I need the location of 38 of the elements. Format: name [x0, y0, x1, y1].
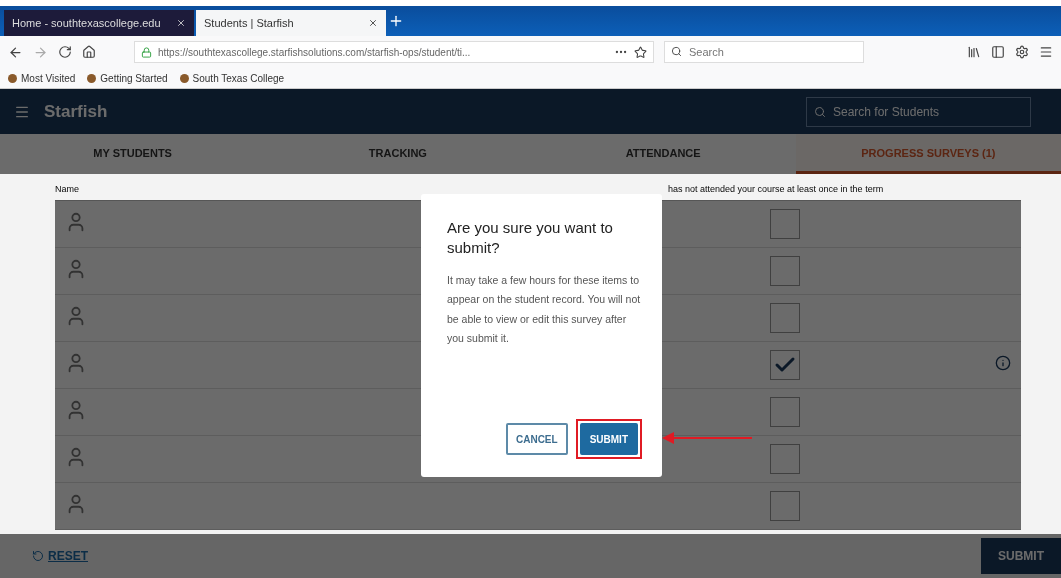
search-field[interactable]: Search	[664, 41, 864, 63]
submit-button[interactable]: SUBMIT	[981, 538, 1061, 574]
bookmark[interactable]: South Texas College	[179, 72, 285, 84]
url-field[interactable]: https://southtexascollege.starfishsolutions.com/starfish-ops/student/ti...	[134, 41, 654, 63]
column-header: Name	[55, 184, 80, 194]
sidebar-icon[interactable]	[991, 45, 1005, 59]
checkbox[interactable]	[770, 303, 800, 333]
star-icon[interactable]	[634, 45, 647, 59]
close-icon[interactable]	[176, 18, 186, 28]
close-icon[interactable]	[368, 18, 378, 28]
reload-icon[interactable]	[58, 45, 72, 59]
bookmark[interactable]: Most Visited	[8, 72, 76, 84]
cancel-button[interactable]: CANCEL	[506, 423, 568, 455]
menu-icon[interactable]	[1039, 45, 1053, 59]
library-icon[interactable]	[967, 45, 981, 59]
checkbox[interactable]	[770, 491, 800, 521]
browser-tab[interactable]: Home - southtexascollege.edu	[4, 10, 194, 36]
column-header: has not attended your course at least once in the term	[668, 184, 884, 194]
student-search-field[interactable]: Search for Students	[806, 96, 1031, 127]
checkbox[interactable]	[770, 350, 800, 380]
browser-tab[interactable]: Students | Starfish	[196, 10, 386, 36]
app-title: Starfish	[44, 101, 109, 122]
bookmark[interactable]: Getting Started	[87, 72, 168, 84]
dialog-message: It may take a few hours for these items to appear on the student record. You will not be able to view or edit this survey after you submit it.	[447, 273, 642, 347]
info-icon[interactable]	[995, 355, 1011, 371]
checkbox[interactable]	[770, 397, 800, 427]
checkbox[interactable]	[770, 256, 800, 286]
home-icon[interactable]	[82, 45, 96, 59]
settings-icon[interactable]	[1015, 45, 1029, 59]
search-icon	[814, 105, 826, 118]
dialog-title: Are you sure you want to submit?	[447, 218, 614, 257]
lock-icon	[141, 46, 152, 58]
checkbox[interactable]	[770, 444, 800, 474]
back-icon[interactable]	[8, 44, 23, 60]
new-tab-icon[interactable]	[388, 13, 404, 29]
submit-button[interactable]: SUBMIT	[579, 423, 638, 455]
checkbox[interactable]	[770, 209, 800, 239]
reset-icon	[32, 550, 44, 562]
